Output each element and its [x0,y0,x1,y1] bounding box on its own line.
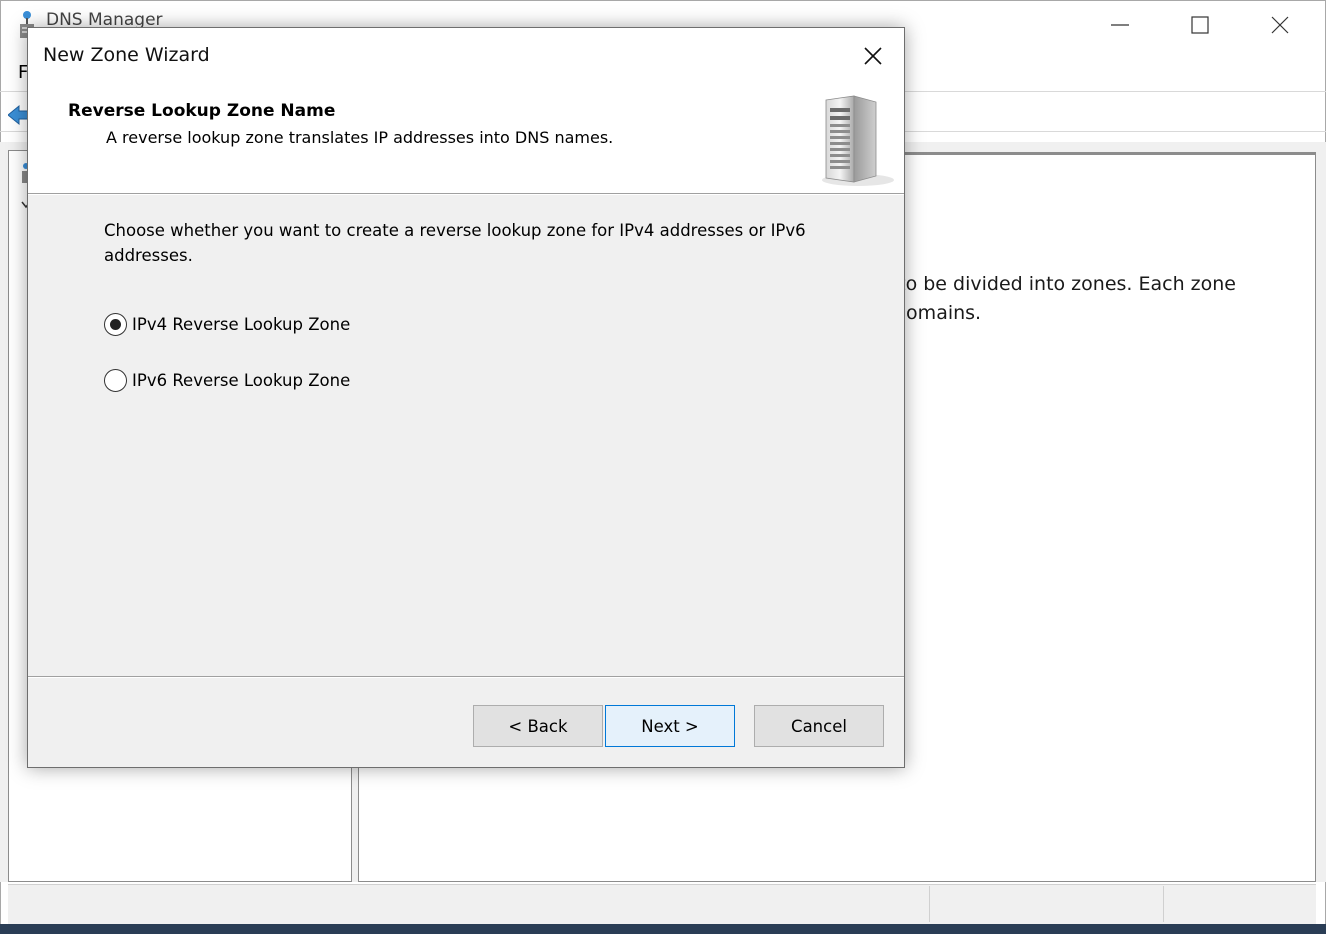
ipv4-reverse-lookup-option[interactable]: IPv4 Reverse Lookup Zone [104,313,350,336]
back-button[interactable]: < Back [473,705,603,747]
next-button[interactable]: Next > [605,705,735,747]
desktop-edge [0,924,1326,934]
status-divider [1163,886,1164,922]
maximize-button[interactable] [1160,0,1240,50]
status-divider [929,886,930,922]
header-separator [28,193,904,195]
ipv4-option-label[interactable]: IPv4 Reverse Lookup Zone [132,315,350,334]
cancel-button[interactable]: Cancel [754,705,884,747]
new-zone-wizard-dialog: New Zone Wizard Reverse Lookup Zone Name… [27,27,905,768]
ipv6-reverse-lookup-option[interactable]: IPv6 Reverse Lookup Zone [104,369,350,392]
page-subtitle: A reverse lookup zone translates IP addr… [106,128,614,147]
page-title: Reverse Lookup Zone Name [68,101,336,121]
dialog-close-button[interactable] [848,36,898,76]
wizard-header: Reverse Lookup Zone Name A reverse looku… [28,84,904,193]
maximize-icon [1191,16,1209,34]
server-tower-icon [818,90,898,194]
close-icon [1271,16,1289,34]
radio-selected-dot [110,319,121,330]
footer-separator [28,676,904,678]
ipv6-radio-button[interactable] [104,369,127,392]
ipv4-radio-button[interactable] [104,313,127,336]
dialog-title: New Zone Wizard [43,44,210,66]
window-close-button[interactable] [1240,0,1320,50]
minimize-button[interactable] [1080,0,1160,50]
minimize-icon [1111,24,1129,26]
close-icon [864,47,882,65]
instruction-text: Choose whether you want to create a reve… [104,221,806,265]
ipv6-option-label[interactable]: IPv6 Reverse Lookup Zone [132,371,350,390]
status-bar [8,884,1316,924]
